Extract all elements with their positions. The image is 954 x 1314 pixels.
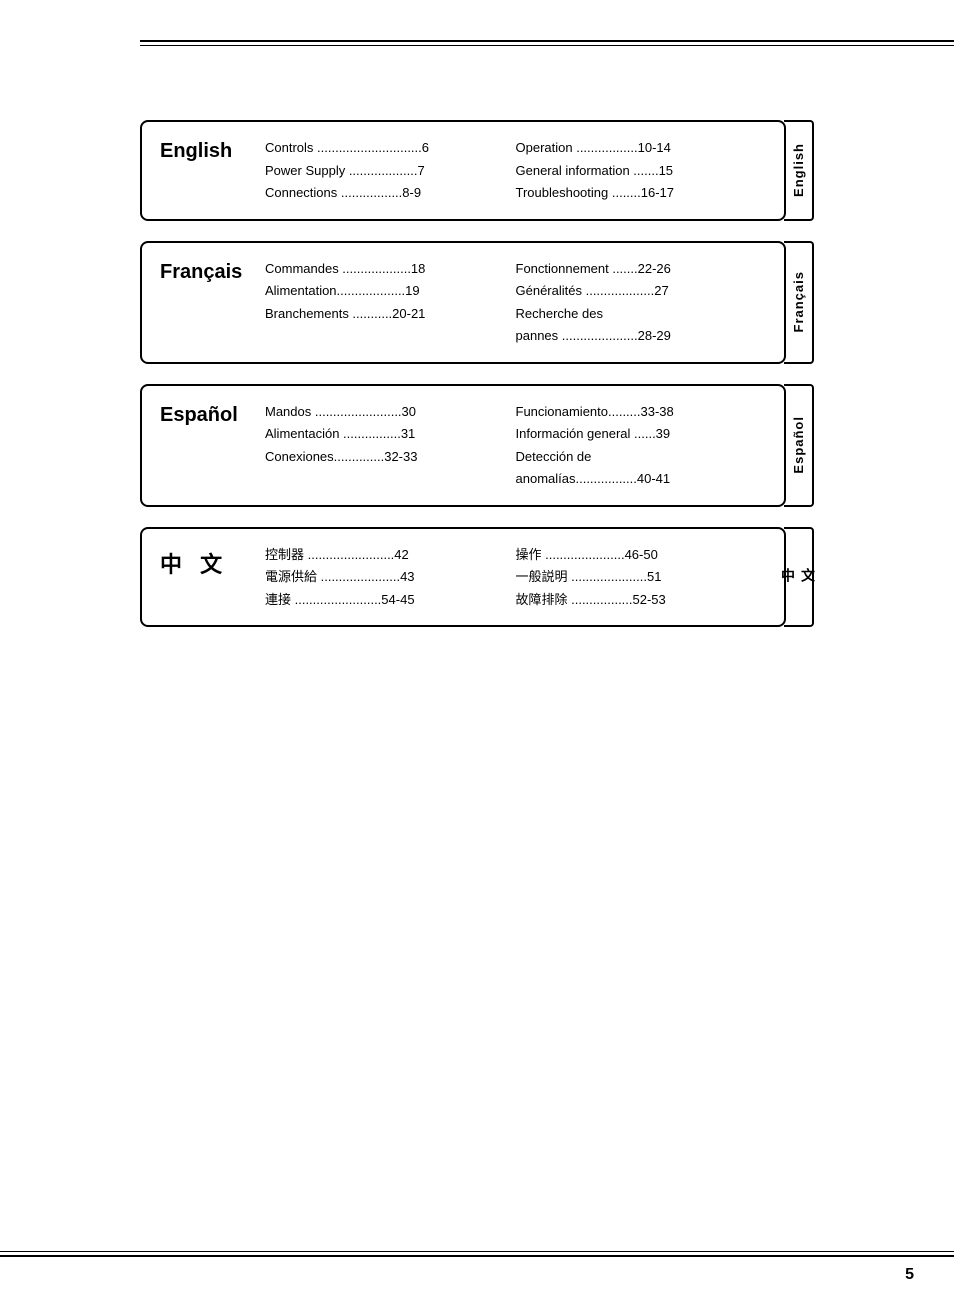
- chinese-box: 中 文 控制器 ........................42 電源供給 …: [140, 527, 786, 628]
- francais-entry-7: pannes .....................28-29: [516, 326, 767, 346]
- english-label: English: [160, 138, 265, 163]
- chinese-toc: 控制器 ........................42 電源供給 ....…: [265, 545, 766, 610]
- chinese-entry-6: 故障排除 .................52-53: [516, 590, 767, 610]
- chinese-label: 中 文: [160, 545, 265, 579]
- espanol-entry-7: anomalías.................40-41: [516, 469, 767, 489]
- francais-col2: Fonctionnement .......22-26 Généralités …: [516, 259, 767, 346]
- francais-tab: Français: [784, 241, 814, 364]
- espanol-entry-1: Mandos ........................30: [265, 402, 516, 422]
- chinese-entry-4: 操作 ......................46-50: [516, 545, 767, 565]
- espanol-col2: Funcionamiento.........33-38 Información…: [516, 402, 767, 489]
- francais-tab-label: Français: [791, 271, 806, 332]
- espanol-section: Español Mandos ........................3…: [140, 384, 814, 507]
- english-entry-5: General information .......15: [516, 161, 767, 181]
- francais-entry-1: Commandes ...................18: [265, 259, 516, 279]
- english-entry-4: Operation .................10-14: [516, 138, 767, 158]
- espanol-tab-label: Español: [791, 416, 806, 474]
- francais-section: Français Commandes ...................18…: [140, 241, 814, 364]
- top-rules: [140, 40, 954, 48]
- chinese-entry-5: 一般説明 .....................51: [516, 567, 767, 587]
- page-number: 5: [905, 1266, 914, 1284]
- chinese-entry-2: 電源供給 ......................43: [265, 567, 516, 587]
- chinese-col1: 控制器 ........................42 電源供給 ....…: [265, 545, 516, 610]
- francais-entry-2: Alimentation...................19: [265, 281, 516, 301]
- espanol-entry-3: Conexiones..............32-33: [265, 447, 516, 467]
- espanol-entry-4: Funcionamiento.........33-38: [516, 402, 767, 422]
- page: English Controls .......................…: [0, 0, 954, 1314]
- bottom-rules: [0, 1251, 954, 1259]
- english-col2: Operation .................10-14 General…: [516, 138, 767, 203]
- rule-thick-bottom: [0, 1255, 954, 1257]
- content-area: English Controls .......................…: [140, 60, 814, 627]
- espanol-label: Español: [160, 402, 265, 427]
- espanol-entry-6: Detección de: [516, 447, 767, 467]
- francais-entry-5: Généralités ...................27: [516, 281, 767, 301]
- english-tab-label: English: [791, 143, 806, 197]
- chinese-tab: 文中: [784, 527, 814, 628]
- english-section: English Controls .......................…: [140, 120, 814, 221]
- rule-thin-bottom: [0, 1251, 954, 1252]
- chinese-section: 中 文 控制器 ........................42 電源供給 …: [140, 527, 814, 628]
- espanol-col1: Mandos ........................30 Alimen…: [265, 402, 516, 489]
- espanol-entry-5: Información general ......39: [516, 424, 767, 444]
- english-box: English Controls .......................…: [140, 120, 786, 221]
- rule-thin-top: [140, 45, 954, 46]
- espanol-toc: Mandos ........................30 Alimen…: [265, 402, 766, 489]
- francais-entry-4: Fonctionnement .......22-26: [516, 259, 767, 279]
- english-col1: Controls .............................6 …: [265, 138, 516, 203]
- english-toc: Controls .............................6 …: [265, 138, 766, 203]
- francais-box: Français Commandes ...................18…: [140, 241, 786, 364]
- english-entry-3: Connections .................8-9: [265, 183, 516, 203]
- espanol-entry-2: Alimentación ................31: [265, 424, 516, 444]
- francais-toc: Commandes ...................18 Alimenta…: [265, 259, 766, 346]
- espanol-box: Español Mandos ........................3…: [140, 384, 786, 507]
- chinese-entry-3: 連接 ........................54-45: [265, 590, 516, 610]
- english-tab: English: [784, 120, 814, 221]
- rule-thick-top: [140, 40, 954, 42]
- chinese-entry-1: 控制器 ........................42: [265, 545, 516, 565]
- francais-entry-6: Recherche des: [516, 304, 767, 324]
- espanol-tab: Español: [784, 384, 814, 507]
- english-entry-6: Troubleshooting ........16-17: [516, 183, 767, 203]
- francais-label: Français: [160, 259, 265, 284]
- francais-entry-3: Branchements ...........20-21: [265, 304, 516, 324]
- chinese-col2: 操作 ......................46-50 一般説明 ....…: [516, 545, 767, 610]
- english-entry-2: Power Supply ...................7: [265, 161, 516, 181]
- francais-col1: Commandes ...................18 Alimenta…: [265, 259, 516, 346]
- english-entry-1: Controls .............................6: [265, 138, 516, 158]
